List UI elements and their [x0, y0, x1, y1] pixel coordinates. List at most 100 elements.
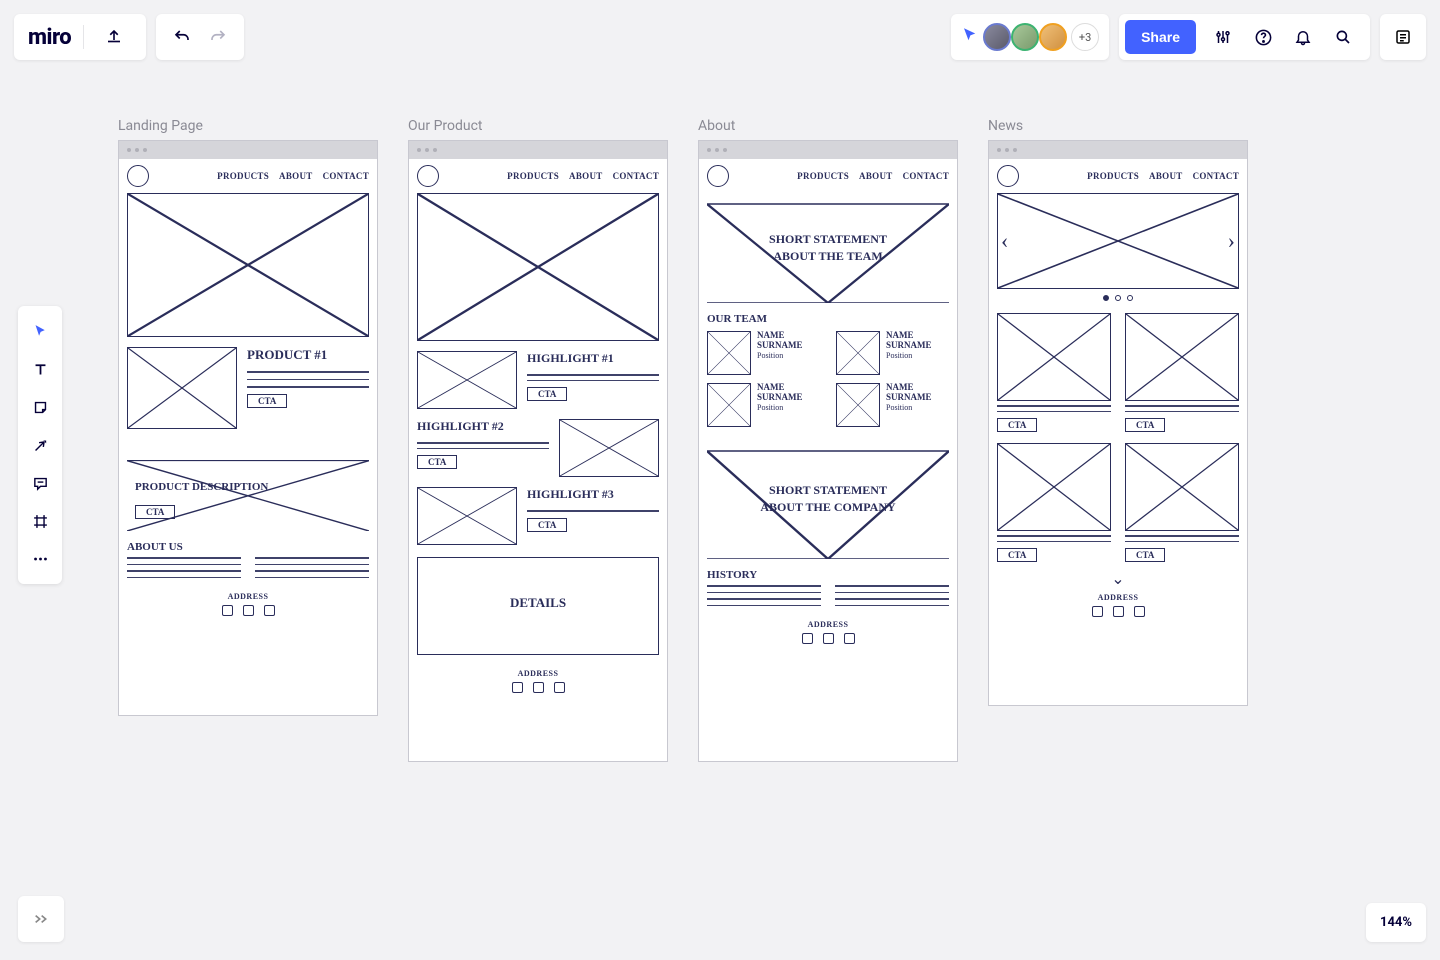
wf-nav-link: ABOUT — [1149, 171, 1183, 181]
share-button[interactable]: Share — [1125, 20, 1196, 54]
wf-image — [127, 347, 237, 429]
wf-details-box: DETAILS — [417, 557, 659, 655]
chevron-down-icon: ⌄ — [997, 569, 1239, 589]
wf-heading: DETAILS — [510, 595, 566, 611]
avatar[interactable] — [1011, 23, 1039, 51]
frame-product[interactable]: PRODUCTS ABOUT CONTACT HIGHLIGHT #1 CTA — [408, 140, 668, 762]
export-icon[interactable] — [96, 19, 132, 55]
frame-tool[interactable] — [18, 502, 62, 540]
wf-image — [417, 487, 517, 545]
wf-social-icon — [1092, 606, 1103, 617]
wf-news-card: CTA — [1125, 443, 1239, 563]
tools-toolbar — [18, 306, 62, 584]
carousel-next-icon: › — [1228, 228, 1235, 254]
text-tool[interactable] — [18, 350, 62, 388]
wf-heading: PRODUCT DESCRIPTION — [135, 481, 369, 493]
browser-chrome — [699, 141, 957, 159]
wf-social-icon — [1134, 606, 1145, 617]
wf-image — [417, 351, 517, 409]
wf-social-icon — [554, 682, 565, 693]
wf-text: SHORT STATEMENT — [769, 231, 887, 248]
wf-nav-link: PRODUCTS — [797, 171, 849, 181]
browser-chrome — [119, 141, 377, 159]
frame-label[interactable]: About — [698, 118, 735, 134]
avatar[interactable] — [1039, 23, 1067, 51]
wf-nav-link: ABOUT — [859, 171, 893, 181]
wf-hero: SHORT STATEMENT ABOUT THE TEAM — [707, 193, 949, 303]
wf-address: ADDRESS — [997, 593, 1239, 602]
wf-news-card: CTA — [1125, 313, 1239, 433]
wf-cta: CTA — [417, 455, 457, 469]
wf-nav-link: ABOUT — [569, 171, 603, 181]
wf-cta: CTA — [1125, 418, 1165, 432]
avatar[interactable] — [983, 23, 1011, 51]
wf-heading: HIGHLIGHT #2 — [417, 419, 549, 434]
wf-team-member: NAMESURNAMEPosition — [707, 331, 820, 375]
wf-social-icon — [264, 605, 275, 616]
wf-nav-link: ABOUT — [279, 171, 313, 181]
more-users-badge[interactable]: +3 — [1071, 23, 1099, 51]
wf-social-icon — [823, 633, 834, 644]
search-icon[interactable] — [1324, 18, 1362, 56]
frame-landing[interactable]: PRODUCTS ABOUT CONTACT PRODUCT #1 CTA — [118, 140, 378, 716]
wf-text: ABOUT THE COMPANY — [760, 499, 895, 516]
wf-logo — [417, 165, 439, 187]
wf-cta: CTA — [997, 418, 1037, 432]
frame-about[interactable]: PRODUCTS ABOUT CONTACT SHORT STATEMENT A… — [698, 140, 958, 762]
select-tool[interactable] — [18, 312, 62, 350]
wf-cta: CTA — [997, 548, 1037, 562]
settings-icon[interactable] — [1204, 18, 1242, 56]
wf-social-icon — [844, 633, 855, 644]
help-icon[interactable] — [1244, 18, 1282, 56]
undo-icon[interactable] — [164, 19, 200, 55]
frame-label[interactable]: News — [988, 118, 1023, 134]
wf-image — [559, 419, 659, 477]
sticky-note-tool[interactable] — [18, 388, 62, 426]
wf-cta: CTA — [527, 518, 567, 532]
wf-logo — [127, 165, 149, 187]
wf-social-icon — [512, 682, 523, 693]
carousel-dots — [997, 295, 1239, 301]
wf-address: ADDRESS — [127, 592, 369, 601]
wf-cta: CTA — [527, 387, 567, 401]
collapse-panel-icon[interactable] — [18, 896, 64, 942]
cursor-icon[interactable] — [961, 26, 979, 48]
wf-nav-link: CONTACT — [323, 171, 369, 181]
comment-tool[interactable] — [18, 464, 62, 502]
zoom-level[interactable]: 144% — [1366, 903, 1426, 942]
wf-text: ABOUT THE TEAM — [773, 248, 882, 265]
browser-chrome — [989, 141, 1247, 159]
undo-redo-group — [156, 14, 244, 60]
wf-cta: CTA — [247, 394, 287, 408]
wf-social-icon — [533, 682, 544, 693]
frame-label[interactable]: Landing Page — [118, 118, 203, 134]
wf-news-card: CTA — [997, 443, 1111, 563]
arrow-tool[interactable] — [18, 426, 62, 464]
app-logo[interactable]: miro — [28, 25, 71, 50]
wf-social-icon — [222, 605, 233, 616]
activity-icon[interactable] — [1380, 14, 1426, 60]
wf-heading: HIGHLIGHT #1 — [527, 351, 659, 366]
wf-nav-link: PRODUCTS — [1087, 171, 1139, 181]
wf-team-member: NAMESURNAMEPosition — [836, 331, 949, 375]
collaborators-group: +3 — [951, 14, 1109, 60]
wf-hero-image — [417, 193, 659, 341]
wf-nav-link: CONTACT — [613, 171, 659, 181]
wf-heading: PRODUCT #1 — [247, 347, 369, 363]
wf-hero-image — [127, 193, 369, 337]
wf-social-icon — [802, 633, 813, 644]
wf-carousel: ‹ › — [997, 193, 1239, 289]
wf-team-member: NAMESURNAMEPosition — [707, 383, 820, 427]
wf-address: ADDRESS — [417, 669, 659, 678]
browser-chrome — [409, 141, 667, 159]
app-header: miro — [14, 14, 146, 60]
notifications-icon[interactable] — [1284, 18, 1322, 56]
wf-nav-link: PRODUCTS — [507, 171, 559, 181]
more-tools[interactable] — [18, 540, 62, 578]
wf-nav-link: CONTACT — [1193, 171, 1239, 181]
wf-social-icon — [1113, 606, 1124, 617]
frame-news[interactable]: PRODUCTS ABOUT CONTACT ‹ › CTA — [988, 140, 1248, 706]
frame-label[interactable]: Our Product — [408, 118, 483, 134]
redo-icon[interactable] — [200, 19, 236, 55]
wf-logo — [997, 165, 1019, 187]
